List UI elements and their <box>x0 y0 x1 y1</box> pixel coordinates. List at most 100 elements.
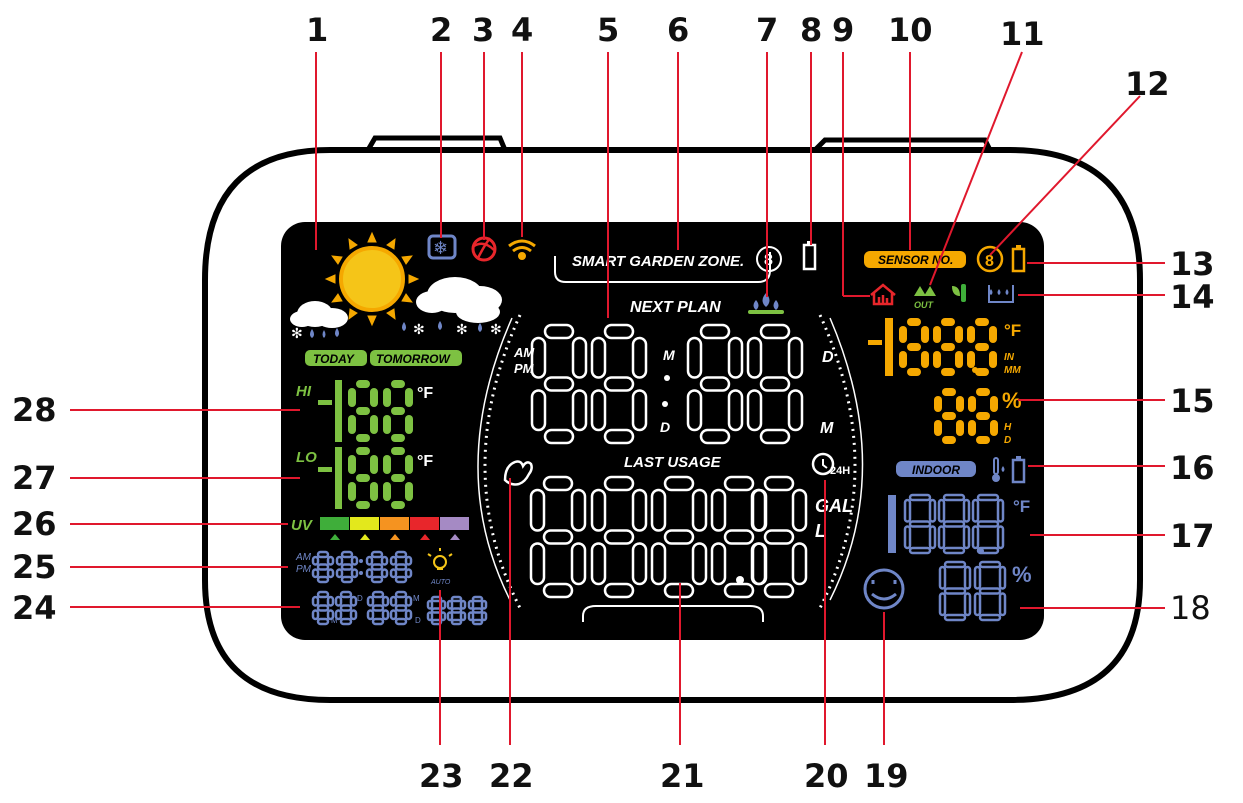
digit-segment <box>370 415 378 434</box>
digit-segment <box>383 482 391 501</box>
outdoor-unit: °F <box>1004 321 1021 340</box>
in-label: IN <box>1004 352 1015 363</box>
digit-segment <box>976 436 990 444</box>
svg-text:24H: 24H <box>830 465 850 477</box>
callout-26: 26 <box>12 505 57 543</box>
callout-1: 1 <box>306 11 329 49</box>
digit-segment <box>899 351 907 368</box>
digit-segment <box>968 396 976 412</box>
callout-16: 16 <box>1170 449 1215 487</box>
last-usage-label: LAST USAGE <box>624 454 722 471</box>
digit-segment <box>989 326 997 343</box>
digit-segment <box>968 420 976 436</box>
digit-segment <box>348 415 356 434</box>
right-m-label: M <box>820 420 834 437</box>
callout-20: 20 <box>804 757 849 795</box>
lo-unit: °F <box>417 453 433 470</box>
svg-text:✻: ✻ <box>456 321 468 337</box>
hi-label: HI <box>296 383 312 400</box>
callout-7: 7 <box>756 11 779 49</box>
svg-text:8: 8 <box>985 253 994 270</box>
auto-label: AUTO <box>430 579 451 586</box>
digit-segment <box>356 501 370 509</box>
digit-segment <box>356 380 370 388</box>
digit-segment <box>942 412 956 420</box>
zone-label: SMART GARDEN ZONE. <box>572 253 744 270</box>
digit-segment <box>942 388 956 396</box>
callout-14: 14 <box>1170 278 1215 316</box>
callout-6: 6 <box>667 11 690 49</box>
svg-text:OUT: OUT <box>914 300 935 310</box>
h-label: H <box>1004 422 1012 433</box>
usage-decimal-dot <box>736 576 744 584</box>
digit-one <box>335 447 342 509</box>
digit-segment <box>975 318 989 326</box>
digit-segment <box>907 368 921 376</box>
callout-2: 2 <box>430 11 453 49</box>
digit-segment <box>941 368 955 376</box>
digit-segment <box>955 326 963 343</box>
digit-segment <box>356 474 370 482</box>
digit-segment <box>956 420 964 436</box>
indoor-unit: °F <box>1013 497 1030 516</box>
uv-level-segment <box>410 517 439 530</box>
callout-24: 24 <box>12 589 57 627</box>
digit-one <box>888 495 896 553</box>
time-m-label: M <box>663 347 675 363</box>
right-d-label: D <box>822 349 834 366</box>
callout-17: 17 <box>1170 517 1215 555</box>
digit-segment <box>405 482 413 501</box>
colon-dot-bottom <box>662 401 668 407</box>
callout-25: 25 <box>12 548 57 586</box>
callout-23: 23 <box>419 757 464 795</box>
callout-10: 10 <box>888 11 933 49</box>
uv-level-segment <box>440 517 469 530</box>
digit-segment <box>356 447 370 455</box>
hi-unit: °F <box>417 385 433 402</box>
digit-segment <box>391 380 405 388</box>
digit-segment <box>976 412 990 420</box>
uv-level-segment <box>350 517 379 530</box>
date-d-mark-2: D <box>415 616 421 625</box>
next-plan-label: NEXT PLAN <box>630 299 721 316</box>
svg-text:TOMORROW: TOMORROW <box>376 352 451 366</box>
indoor-percent: % <box>1012 562 1032 587</box>
digit-segment <box>383 455 391 474</box>
d-label-right: D <box>1004 435 1011 446</box>
svg-text:8: 8 <box>764 252 773 269</box>
colon-dot <box>359 559 363 563</box>
mm-label: MM <box>1004 365 1021 376</box>
digit-segment <box>356 407 370 415</box>
digit-segment <box>391 407 405 415</box>
digit-segment <box>934 420 942 436</box>
digit-segment <box>370 482 378 501</box>
digit-segment <box>942 436 956 444</box>
svg-text:TODAY: TODAY <box>313 352 355 366</box>
lcd-diagram-drawing: ✻ ✻ ✻ ✻ ❄ SMART GARDEN ZONE. 8 NEXT PLAN… <box>70 51 1165 745</box>
digit-segment <box>348 455 356 474</box>
digit-segment <box>383 415 391 434</box>
small-pm: PM <box>296 564 312 575</box>
callout-22: 22 <box>489 757 534 795</box>
uv-level-segment <box>320 517 349 530</box>
digit-one <box>885 318 893 376</box>
callout-9: 9 <box>832 11 855 49</box>
digit-segment <box>907 343 921 351</box>
digit-segment <box>975 343 989 351</box>
uv-level-segment <box>380 517 409 530</box>
digit-one <box>335 380 342 442</box>
callout-12: 12 <box>1125 65 1170 103</box>
svg-text:✻: ✻ <box>413 321 425 337</box>
digit-segment <box>907 318 921 326</box>
lcd-diagram: ✻ ✻ ✻ ✻ ❄ SMART GARDEN ZONE. 8 NEXT PLAN… <box>0 0 1243 798</box>
callout-5: 5 <box>597 11 620 49</box>
svg-text:✻: ✻ <box>490 321 502 337</box>
digit-segment <box>933 326 941 343</box>
digit-segment <box>967 326 975 343</box>
outdoor-decimal-dot <box>972 367 978 373</box>
callout-19: 19 <box>864 757 909 795</box>
digit-segment <box>405 388 413 407</box>
digit-segment <box>941 318 955 326</box>
callout-28: 28 <box>12 391 57 429</box>
callout-13: 13 <box>1170 245 1215 283</box>
